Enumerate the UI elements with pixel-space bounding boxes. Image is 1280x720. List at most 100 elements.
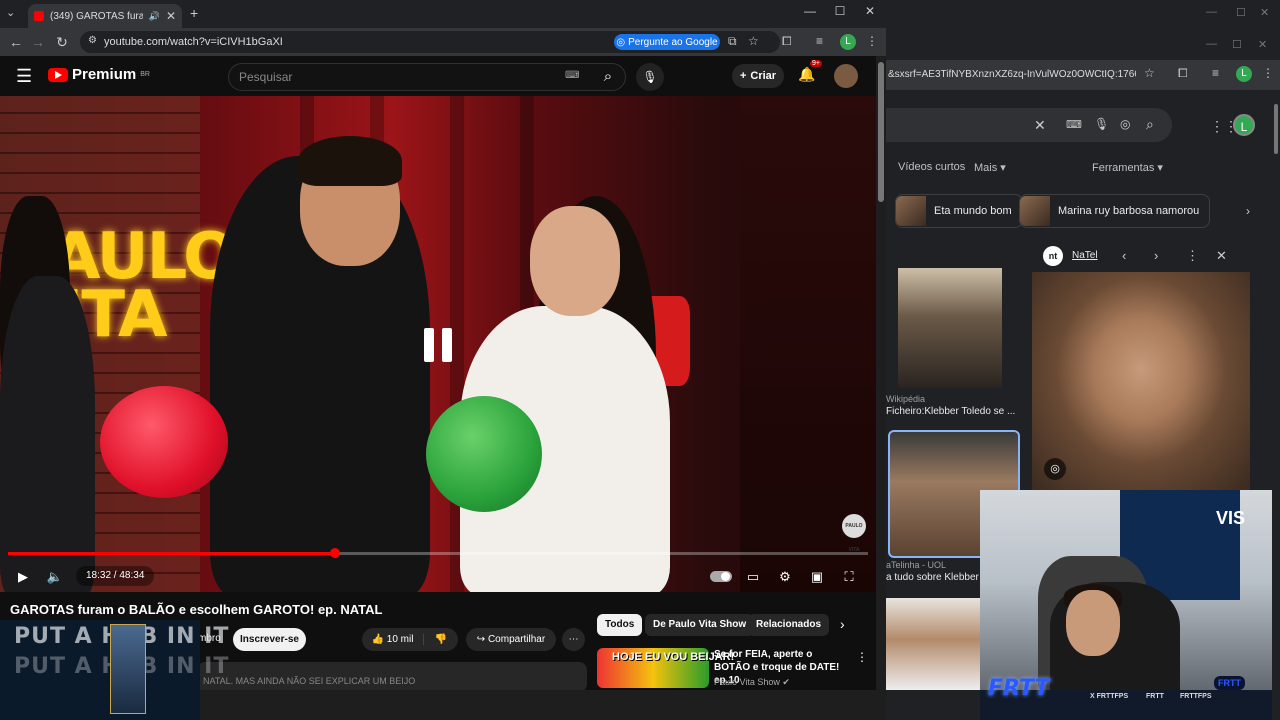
- chip-related[interactable]: Relacionados: [748, 614, 830, 636]
- search-input[interactable]: Pesquisar ⌨: [228, 63, 626, 91]
- maximize-icon[interactable]: ☐: [1232, 38, 1242, 51]
- volume-icon[interactable]: 🔈: [46, 562, 64, 592]
- progress-scrubber[interactable]: [329, 548, 340, 558]
- close-window-icon[interactable]: ✕: [1258, 38, 1267, 51]
- tab-close-icon[interactable]: ✕: [166, 9, 176, 23]
- google-search-box[interactable]: ✕ ⌨ 🎙 ◎ ⌕: [886, 108, 1172, 142]
- image-result-caption[interactable]: a tudo sobre Klebber: [886, 572, 979, 583]
- source-name-link[interactable]: NaTel: [1072, 250, 1098, 261]
- image-result[interactable]: [886, 598, 980, 690]
- image-result[interactable]: [898, 268, 1002, 388]
- play-icon[interactable]: ▶: [14, 562, 32, 592]
- close-window-icon[interactable]: ✕: [856, 4, 884, 18]
- search-icon[interactable]: ⌕: [590, 63, 626, 91]
- back-icon[interactable]: ←: [4, 34, 28, 50]
- right-tab-bar: — ☐ ✕: [886, 30, 1280, 60]
- right-scrollbar-thumb[interactable]: [1274, 104, 1278, 154]
- close-window-icon[interactable]: ✕: [1260, 6, 1269, 19]
- reload-icon[interactable]: ↻: [50, 34, 74, 51]
- progress-bar[interactable]: [8, 548, 868, 558]
- chip-channel[interactable]: De Paulo Vita Show: [645, 614, 755, 636]
- person-left: [0, 276, 95, 592]
- related-chip[interactable]: Eta mundo bom: [895, 194, 1023, 228]
- ask-google-button[interactable]: ◎ Pergunte ao Google: [614, 34, 720, 50]
- user-avatar[interactable]: [834, 64, 858, 88]
- next-icon[interactable]: ›: [1154, 248, 1158, 263]
- maximize-icon[interactable]: ☐: [826, 4, 854, 18]
- install-icon[interactable]: ⧉: [728, 34, 737, 49]
- profile-avatar[interactable]: L: [1236, 66, 1252, 82]
- bookmark-star-icon[interactable]: ☆: [1144, 66, 1155, 80]
- minimize-icon[interactable]: —: [796, 4, 824, 18]
- keyboard-icon[interactable]: ⌨: [1066, 118, 1082, 131]
- page-scrollbar-thumb[interactable]: [878, 62, 884, 202]
- video-player[interactable]: PAULO VITA PAULO VITA ▶ 🔈 18:32 / 48:34 …: [0, 96, 876, 592]
- pause-icon[interactable]: [424, 328, 452, 362]
- autoplay-toggle[interactable]: [710, 571, 732, 582]
- more-options-icon[interactable]: ⋮: [1186, 248, 1199, 264]
- media-control-icon[interactable]: ≡: [816, 34, 823, 48]
- fullscreen-icon[interactable]: ⛶: [840, 562, 858, 592]
- recommended-channel-name: Paulo Vita Show: [714, 677, 780, 687]
- subtitles-icon[interactable]: ▭: [744, 562, 762, 592]
- brand-region: BR: [140, 71, 150, 78]
- minimize-icon[interactable]: —: [1206, 38, 1217, 50]
- new-tab-icon[interactable]: +: [190, 5, 198, 21]
- notifications-bell-icon[interactable]: 🔔: [798, 66, 815, 83]
- media-control-icon[interactable]: ≡: [1212, 66, 1219, 80]
- audio-icon[interactable]: 🔊: [149, 11, 160, 22]
- person-right-head: [530, 206, 620, 316]
- more-actions-icon[interactable]: ⋯: [562, 628, 585, 651]
- site-info-icon[interactable]: ⚙: [88, 35, 97, 46]
- subscribe-button[interactable]: Inscrever-se: [233, 628, 306, 651]
- search-placeholder: Pesquisar: [239, 70, 293, 84]
- dislike-icon[interactable]: 👎: [424, 634, 458, 645]
- image-result-source: Wikipédia: [886, 394, 926, 404]
- voice-search-icon[interactable]: 🎙: [1094, 117, 1109, 131]
- description-box[interactable]: NATAL. MAS AINDA NÃO SEI EXPLICAR UM BEI…: [197, 662, 587, 692]
- previous-icon[interactable]: ‹: [1122, 248, 1126, 263]
- create-button[interactable]: + Criar: [732, 64, 784, 88]
- filter-more[interactable]: Mais ▾: [974, 161, 1006, 174]
- google-account-avatar[interactable]: L: [1233, 114, 1255, 136]
- tab-youtube[interactable]: (349) GAROTAS furam o BALÃ 🔊 ✕: [28, 4, 182, 28]
- lens-icon[interactable]: ◎: [1120, 117, 1130, 131]
- image-result-caption[interactable]: Ficheiro:Klebber Toledo se ...: [886, 406, 1015, 417]
- chip-thumbnail: [1020, 196, 1050, 226]
- tab-list-icon[interactable]: ⌄: [6, 6, 15, 19]
- share-button[interactable]: ↪ Compartilhar: [466, 628, 556, 651]
- chrome-menu-icon[interactable]: ⋮: [1262, 66, 1274, 80]
- settings-gear-icon[interactable]: ⚙: [776, 562, 794, 592]
- profile-avatar[interactable]: L: [840, 34, 856, 50]
- bookmark-star-icon[interactable]: ☆: [748, 34, 759, 48]
- chevron-right-icon[interactable]: ›: [1246, 204, 1250, 218]
- minimize-icon[interactable]: —: [1206, 6, 1217, 18]
- menu-hamburger-icon[interactable]: ☰: [16, 66, 32, 87]
- maximize-icon[interactable]: ☐: [1236, 6, 1246, 19]
- filter-short-videos[interactable]: Vídeos curtos: [898, 161, 965, 173]
- microphone-icon[interactable]: 🎙: [636, 63, 664, 91]
- chip-all[interactable]: Todos: [597, 614, 643, 636]
- extensions-icon[interactable]: ⧠: [1178, 66, 1188, 81]
- clear-search-icon[interactable]: ✕: [1034, 117, 1046, 134]
- chrome-menu-icon[interactable]: ⋮: [866, 34, 878, 48]
- filter-tools[interactable]: Ferramentas ▾: [1092, 161, 1163, 174]
- recommended-channel[interactable]: Paulo Vita Show ✔: [714, 677, 790, 688]
- address-bar: ← → ↻ ⚙ youtube.com/watch?v=iCIVH1bGaXI …: [0, 28, 886, 56]
- recommended-menu-icon[interactable]: ⋮: [856, 650, 868, 664]
- like-button[interactable]: 👍 10 mil: [362, 634, 424, 645]
- forward-icon[interactable]: →: [26, 34, 50, 50]
- channel-watermark[interactable]: PAULO VITA: [842, 514, 866, 553]
- extensions-icon[interactable]: ⧠: [782, 34, 792, 49]
- youtube-premium-logo[interactable]: Premium BR: [48, 66, 150, 83]
- related-chip[interactable]: Marina ruy barbosa namorou: [1019, 194, 1211, 228]
- close-panel-icon[interactable]: ✕: [1216, 248, 1227, 264]
- keyboard-icon[interactable]: ⌨: [565, 70, 579, 81]
- lens-search-icon[interactable]: ◎: [1044, 458, 1066, 480]
- preview-image[interactable]: [1032, 272, 1250, 490]
- right-url-text[interactable]: &sxsrf=AE3TifNYBXnznXZ6zq-InVulWOz0OWCtI…: [886, 64, 1136, 86]
- search-icon[interactable]: ⌕: [1146, 116, 1154, 133]
- theater-mode-icon[interactable]: ▣: [808, 562, 826, 592]
- right-scrollbar[interactable]: [1272, 100, 1280, 690]
- chevron-right-icon[interactable]: ›: [840, 616, 845, 632]
